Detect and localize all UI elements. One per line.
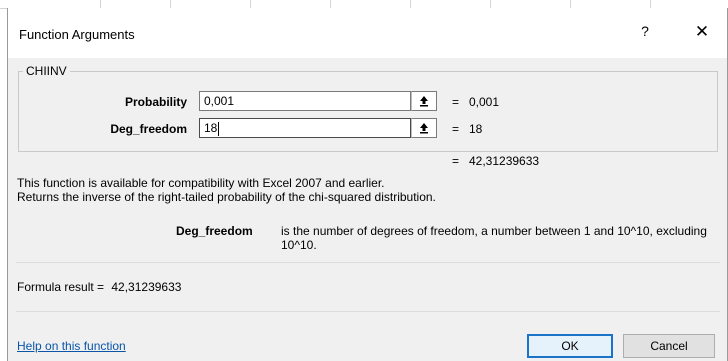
divider (16, 311, 720, 312)
deg-freedom-collapse-button[interactable] (411, 118, 437, 138)
help-icon[interactable]: ? (638, 23, 652, 39)
probability-input-value: 0,001 (204, 94, 235, 108)
collapse-dialog-icon (420, 123, 428, 134)
probability-evaluated-value: 0,001 (469, 95, 500, 109)
deg-freedom-input-value: 18 (204, 121, 218, 135)
formula-result-value: 42,31239633 (111, 280, 182, 294)
divider (16, 262, 720, 263)
dialog-titlebar: Function Arguments ? ✕ (8, 8, 727, 58)
formula-result-label: Formula result = (17, 280, 105, 294)
deg-freedom-evaluated-value: 18 (469, 122, 483, 136)
cancel-button[interactable]: Cancel (623, 334, 715, 358)
function-result-value: 42,31239633 (469, 154, 540, 168)
collapse-dialog-icon (420, 96, 428, 107)
parameter-name: Deg_freedom (176, 224, 253, 238)
function-result-equals: = (452, 154, 460, 168)
help-on-function-link[interactable]: Help on this function (17, 339, 126, 353)
probability-collapse-button[interactable] (411, 91, 437, 111)
dialog-title: Function Arguments (19, 27, 135, 42)
formula-result: Formula result = 42,31239633 (17, 280, 181, 294)
close-icon[interactable]: ✕ (694, 22, 710, 42)
argument-label-deg-freedom: Deg_freedom (110, 122, 187, 136)
arguments-group (18, 71, 718, 152)
text-caret (218, 121, 220, 136)
function-name-legend: CHIINV (23, 64, 70, 78)
function-arguments-dialog: Function Arguments ? ✕ CHIINV Probabilit… (7, 8, 728, 361)
parameter-description: is the number of degrees of freedom, a n… (281, 224, 707, 252)
deg-freedom-equals: = (452, 122, 460, 136)
argument-label-probability: Probability (124, 95, 187, 109)
deg-freedom-input[interactable]: 18 (199, 118, 411, 138)
probability-equals: = (452, 95, 460, 109)
function-compatibility-note: This function is available for compatibi… (17, 176, 385, 190)
probability-input[interactable]: 0,001 (199, 91, 411, 111)
ok-button[interactable]: OK (527, 334, 613, 358)
function-description: Returns the inverse of the right-tailed … (17, 190, 436, 204)
